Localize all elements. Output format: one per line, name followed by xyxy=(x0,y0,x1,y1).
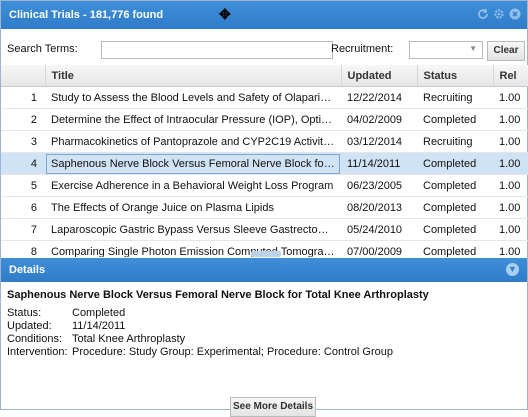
details-panel: Saphenous Nerve Block Versus Femoral Ner… xyxy=(7,289,521,359)
table-row[interactable]: 6 The Effects of Orange Juice on Plasma L… xyxy=(1,196,528,219)
row-status: Completed xyxy=(417,240,493,257)
row-updated: 07/00/2009 xyxy=(341,240,417,257)
row-updated: 12/22/2014 xyxy=(341,86,417,109)
title-bar[interactable]: Clinical Trials - 181,776 found ✥ xyxy=(1,1,527,29)
details-field-label: Intervention: xyxy=(7,346,68,358)
collapse-chevron-icon[interactable]: ▼ xyxy=(506,263,519,276)
row-status: Completed xyxy=(417,196,493,219)
row-rel: 1.00 xyxy=(493,174,528,197)
search-terms-input[interactable] xyxy=(101,41,333,59)
row-updated: 05/24/2010 xyxy=(341,218,417,241)
clinical-trials-window: Clinical Trials - 181,776 found ✥ Search… xyxy=(0,0,528,417)
row-updated: 11/14/2011 xyxy=(341,152,417,175)
gear-icon[interactable] xyxy=(492,7,505,20)
row-title: The Effects of Orange Juice on Plasma Li… xyxy=(45,196,341,219)
row-title: Exercise Adherence in a Behavioral Weigh… xyxy=(45,174,341,197)
row-title: Study to Assess the Blood Levels and Saf… xyxy=(45,86,341,109)
chevron-down-icon: ▼ xyxy=(469,44,477,53)
details-field-value: Total Knee Arthroplasty xyxy=(72,333,186,345)
row-title: Saphenous Nerve Block Versus Femoral Ner… xyxy=(45,152,341,175)
row-index: 4 xyxy=(1,152,45,175)
results-grid: Title Updated Status Rel 1 Study to Asses… xyxy=(1,65,528,257)
row-rel: 1.00 xyxy=(493,152,528,175)
header-status[interactable]: Status xyxy=(417,65,494,87)
row-status: Recruiting xyxy=(417,130,493,153)
details-field: Status: Completed xyxy=(7,307,521,320)
search-row: Search Terms: Recruitment: ▼ Clear xyxy=(1,37,527,63)
row-status: Recruiting xyxy=(417,86,493,109)
results-table: Title Updated Status Rel 1 Study to Asses… xyxy=(1,65,528,257)
table-row[interactable]: 5 Exercise Adherence in a Behavioral Weig… xyxy=(1,174,528,197)
row-index: 2 xyxy=(1,108,45,131)
table-row[interactable]: 7 Laparoscopic Gastric Bypass Versus Slee… xyxy=(1,218,528,241)
row-status: Completed xyxy=(417,152,493,175)
row-index: 1 xyxy=(1,86,45,109)
window-controls xyxy=(476,7,521,20)
row-rel: 1.00 xyxy=(493,108,528,131)
row-status: Completed xyxy=(417,174,493,197)
row-index: 6 xyxy=(1,196,45,219)
details-field-value: Completed xyxy=(72,307,126,319)
details-header[interactable]: Details ▼ xyxy=(1,258,527,282)
details-title: Saphenous Nerve Block Versus Femoral Ner… xyxy=(7,289,429,301)
row-updated: 08/20/2013 xyxy=(341,196,417,219)
close-icon[interactable] xyxy=(508,7,521,20)
table-row[interactable]: 1 Study to Assess the Blood Levels and Sa… xyxy=(1,86,528,109)
refresh-icon[interactable] xyxy=(476,7,489,20)
row-rel: 1.00 xyxy=(493,86,528,109)
row-index: 5 xyxy=(1,174,45,197)
header-index[interactable] xyxy=(1,65,46,87)
table-row[interactable]: 4 Saphenous Nerve Block Versus Femoral Ne… xyxy=(1,152,528,175)
header-updated[interactable]: Updated xyxy=(341,65,418,87)
header-title[interactable]: Title xyxy=(45,65,342,87)
window-title: Clinical Trials - 181,776 found xyxy=(9,9,164,21)
table-row[interactable]: 2 Determine the Effect of Intraocular Pre… xyxy=(1,108,528,131)
row-index: 7 xyxy=(1,218,45,241)
search-terms-label: Search Terms: xyxy=(7,43,78,55)
row-index: 8 xyxy=(1,240,45,257)
details-field-value: Procedure: Study Group: Experimental; Pr… xyxy=(72,346,393,358)
row-rel: 1.00 xyxy=(493,130,528,153)
details-field-value: 11/14/2011 xyxy=(72,320,126,332)
details-field: Conditions: Total Knee Arthroplasty xyxy=(7,333,521,346)
splitter-handle[interactable] xyxy=(251,251,281,257)
row-rel: 1.00 xyxy=(493,240,528,257)
details-field: Updated: 11/14/2011 xyxy=(7,320,521,333)
see-more-details-button[interactable]: See More Details xyxy=(230,397,316,417)
row-title: Determine the Effect of Intraocular Pres… xyxy=(45,108,341,131)
details-field: Intervention: Procedure: Study Group: Exp… xyxy=(7,346,521,359)
row-status: Completed xyxy=(417,218,493,241)
move-icon[interactable]: ✥ xyxy=(219,6,231,23)
row-updated: 06/23/2005 xyxy=(341,174,417,197)
row-rel: 1.00 xyxy=(493,196,528,219)
details-field-label: Conditions: xyxy=(7,333,63,345)
clear-button[interactable]: Clear xyxy=(487,41,525,61)
row-title: Comparing Single Photon Emission Compute… xyxy=(45,240,341,257)
recruitment-label: Recruitment: xyxy=(331,43,394,55)
row-rel: 1.00 xyxy=(493,218,528,241)
row-updated: 04/02/2009 xyxy=(341,108,417,131)
row-updated: 03/12/2014 xyxy=(341,130,417,153)
row-index: 3 xyxy=(1,130,45,153)
table-header-row: Title Updated Status Rel xyxy=(1,65,528,87)
details-field-label: Status: xyxy=(7,307,42,319)
header-rel[interactable]: Rel xyxy=(493,65,528,87)
details-header-label: Details xyxy=(9,264,46,276)
row-title: Pharmacokinetics of Pantoprazole and CYP… xyxy=(45,130,341,153)
row-title: Laparoscopic Gastric Bypass Versus Sleev… xyxy=(45,218,341,241)
details-field-label: Updated: xyxy=(7,320,52,332)
row-status: Completed xyxy=(417,108,493,131)
recruitment-select[interactable]: ▼ xyxy=(409,41,483,59)
table-row[interactable]: 3 Pharmacokinetics of Pantoprazole and CY… xyxy=(1,130,528,153)
